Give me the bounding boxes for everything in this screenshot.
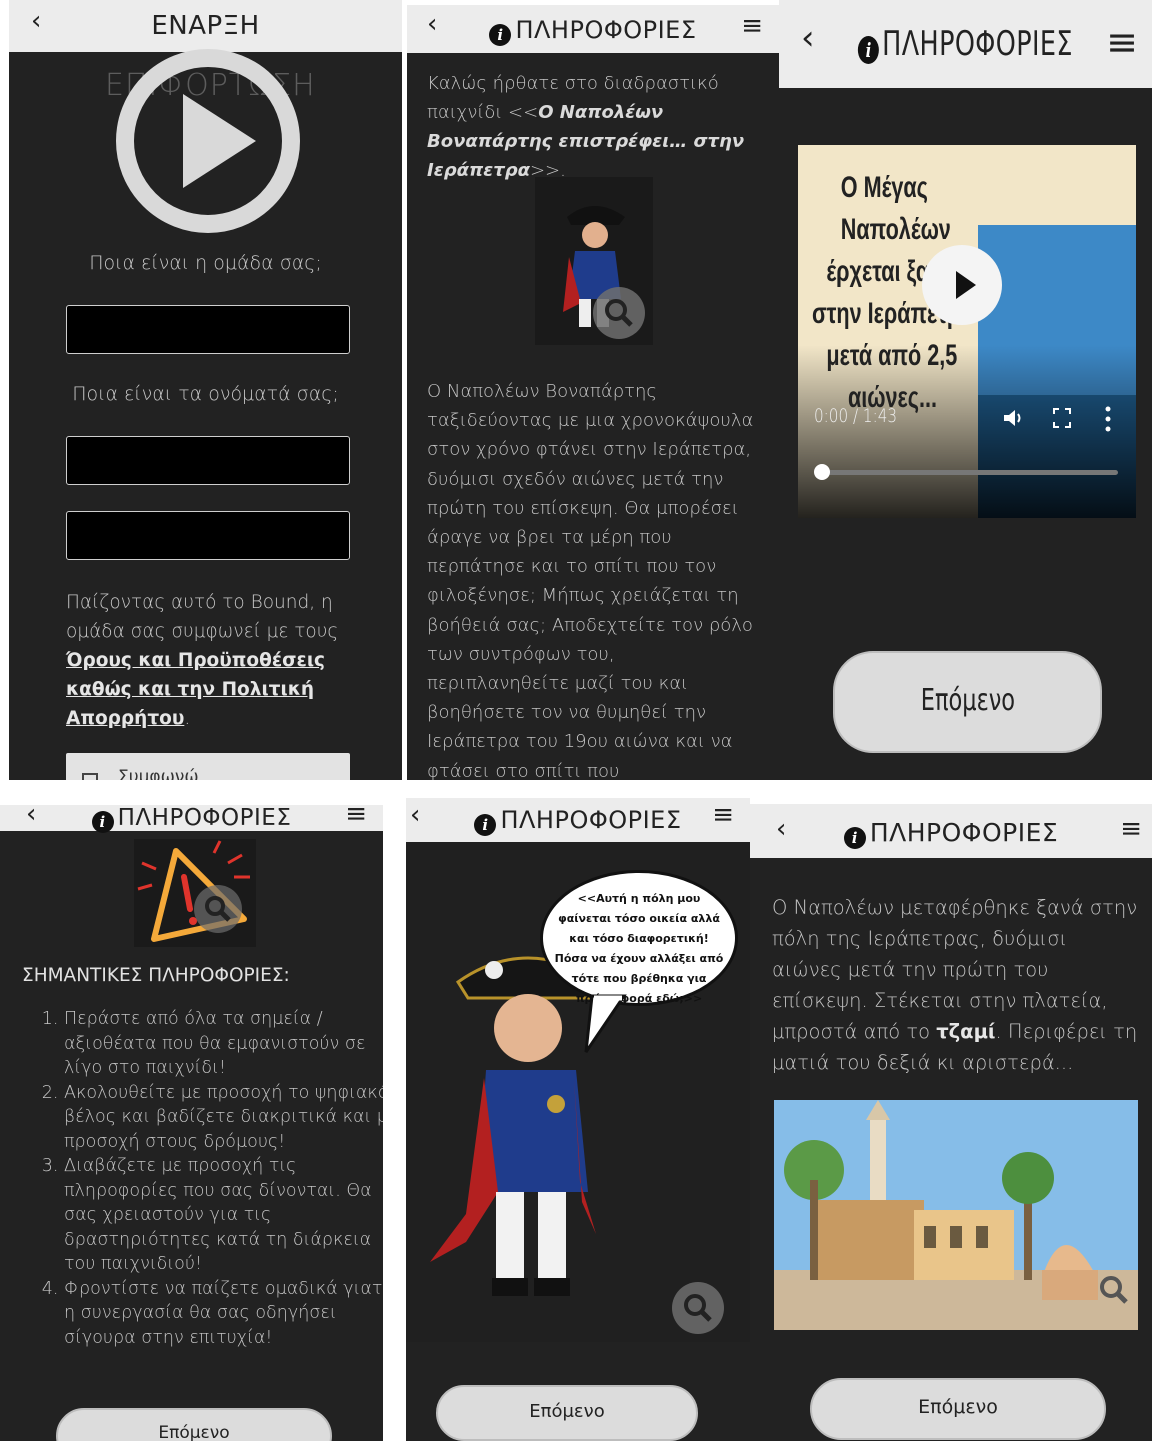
hamburger-menu-icon[interactable]: ≡ — [1120, 814, 1142, 844]
magnifier-icon[interactable] — [593, 287, 645, 339]
important-heading: ΣΗΜΑΝΤΙΚΕΣ ΠΛΗΡΟΦΟΡΙΕΣ: — [22, 965, 290, 986]
next-button[interactable]: Επόμενο — [56, 1408, 332, 1441]
checkbox-icon — [82, 773, 98, 780]
next-button-label: Επόμενο — [529, 1401, 605, 1422]
info-icon: i — [489, 24, 512, 46]
top-bar: ‹ i ΠΛΗΡΟΦΟΡΙΕΣ ≡ — [406, 798, 750, 842]
team-question-label: Ποια είναι η ομάδα σας; — [89, 252, 322, 274]
magnifier-icon[interactable] — [1094, 1270, 1134, 1310]
next-button[interactable]: Επόμενο — [810, 1378, 1106, 1440]
mosque-text-bold: τζαμί — [936, 1020, 996, 1043]
next-button[interactable]: Επόμενο — [436, 1385, 698, 1441]
video-progress-track[interactable] — [822, 470, 1118, 475]
terms-prefix: Παίζοντας αυτό το Bound, η ομάδα σας συμ… — [66, 592, 339, 642]
screen-mosque: ‹ i ΠΛΗΡΟΦΟΡΙΕΣ ≡ Ο Ναπολέων μεταφέρθηκε … — [750, 804, 1152, 1441]
page-title-text: ΠΛΗΡΟΦΟΡΙΕΣ — [117, 805, 292, 831]
next-button-label: Επόμενο — [158, 1423, 230, 1441]
mosque-text: Ο Ναπολέων μεταφέρθηκε ξανά στην πόλη τη… — [772, 892, 1142, 1078]
list-item: Ακολουθείτε με προσοχή το ψηφιακό βέλος … — [64, 1081, 383, 1155]
info-icon: i — [91, 811, 114, 833]
play-icon[interactable] — [113, 46, 303, 236]
screen-welcome: ‹ i ΠΛΗΡΟΦΟΡΙΕΣ ≡ Καλώς ήρθατε στο διαδρα… — [407, 5, 779, 780]
magnifier-icon[interactable] — [672, 1282, 724, 1334]
page-title-text: ΠΛΗΡΟΦΟΡΙΕΣ — [869, 818, 1059, 847]
info-icon: i — [858, 36, 880, 64]
story-text: Ο Ναπολέων Βοναπάρτης ταξιδεύοντας με μι… — [427, 381, 754, 780]
top-bar: ‹ i ΠΛΗΡΟΦΟΡΙΕΣ ≡ — [750, 804, 1152, 858]
caption-line-1: Ο Μέγας — [840, 171, 928, 204]
list-item: Περάστε από όλα τα σημεία / αξιοθέατα πο… — [64, 1007, 383, 1081]
top-bar: ‹ i ΠΛΗΡΟΦΟΡΙΕΣ ≡ — [0, 805, 383, 833]
page-title: i ΠΛΗΡΟΦΟΡΙΕΣ — [0, 805, 383, 833]
chevron-left-icon[interactable]: ‹ — [801, 18, 815, 58]
screen-important-info: ‹ i ΠΛΗΡΟΦΟΡΙΕΣ ≡ ΣΗΜΑΝΤΙΚΕΣ ΠΛΗΡΟΦΟΡΙΕΣ:… — [0, 805, 383, 1441]
agree-button[interactable]: Συμφωνώ — [66, 753, 350, 780]
speech-text: <<Αυτή η πόλη μου φαίνεται τόσο οικεία α… — [554, 892, 724, 1005]
mosque-photo[interactable] — [774, 1100, 1138, 1330]
video-progress-knob[interactable] — [814, 464, 830, 480]
page-title-text: ΠΛΗΡΟΦΟΡΙΕΣ — [882, 24, 1073, 64]
page-title: i ΠΛΗΡΟΦΟΡΙΕΣ — [407, 16, 779, 46]
screen-start: ‹ ΕΝΑΡΞΗ ΕΠΙΦΟΡΤΩΣΗ Ποια είναι η ομάδα σ… — [9, 0, 402, 780]
hamburger-menu-icon[interactable]: ≡ — [345, 805, 367, 829]
terms-suffix: . — [184, 708, 191, 729]
next-button-label: Επόμενο — [920, 683, 1015, 718]
warning-icon[interactable] — [134, 839, 256, 947]
fullscreen-icon[interactable] — [1052, 407, 1072, 429]
volume-icon[interactable] — [1002, 407, 1024, 429]
next-button[interactable]: Επόμενο — [833, 651, 1102, 753]
more-options-icon[interactable] — [1104, 405, 1112, 433]
hamburger-menu-icon[interactable]: ≡ — [1106, 20, 1138, 64]
page-title: ΕΝΑΡΞΗ — [151, 11, 260, 41]
agree-button-label: Συμφωνώ — [118, 767, 199, 780]
top-bar: ‹ ΕΝΑΡΞΗ — [9, 0, 402, 52]
hamburger-menu-icon[interactable]: ≡ — [712, 800, 734, 830]
page-title: i ΠΛΗΡΟΦΟΡΙΕΣ — [826, 24, 1106, 64]
next-button-label: Επόμενο — [918, 1396, 998, 1418]
page-title: i ΠΛΗΡΟΦΟΡΙΕΣ — [406, 806, 750, 836]
napoleon-thumbnail[interactable] — [535, 177, 653, 345]
info-icon: i — [843, 827, 866, 849]
player-name-input-1[interactable] — [66, 436, 350, 485]
intro-text: Καλώς ήρθατε στο διαδραστικό παιχνίδι <<… — [427, 69, 767, 185]
caption-line-5: μετά από 2,5 — [826, 339, 958, 372]
page-title-text: ΠΛΗΡΟΦΟΡΙΕΣ — [500, 806, 682, 834]
screen-video: ‹ i ΠΛΗΡΟΦΟΡΙΕΣ ≡ Ο Μέγας Ναπολέων έρχετα… — [779, 0, 1152, 780]
page-title-text: ΠΛΗΡΟΦΟΡΙΕΣ — [515, 16, 697, 44]
speech-bubble: <<Αυτή η πόλη μου φαίνεται τόσο οικεία α… — [540, 870, 738, 1006]
player-name-input-2[interactable] — [66, 511, 350, 560]
speech-bubble-tail — [582, 994, 642, 1054]
instructions-list: Περάστε από όλα τα σημεία / αξιοθέατα πο… — [20, 1007, 383, 1350]
top-bar: ‹ i ΠΛΗΡΟΦΟΡΙΕΣ ≡ — [779, 0, 1152, 88]
list-item: Διαβάζετε με προσοχή τις πληροφορίες που… — [64, 1154, 383, 1277]
info-icon: i — [474, 814, 497, 836]
video-player[interactable]: Ο Μέγας Ναπολέων έρχεται ξανά στην Ιεράπ… — [798, 145, 1136, 518]
top-bar: ‹ i ΠΛΗΡΟΦΟΡΙΕΣ ≡ — [407, 5, 779, 53]
team-name-input[interactable] — [66, 305, 350, 354]
video-time: 0:00 / 1:43 — [814, 405, 898, 427]
names-question-label: Ποια είναι τα ονόματά σας; — [72, 383, 339, 405]
play-icon[interactable] — [922, 245, 1002, 325]
screen-napoleon-speech: ‹ i ΠΛΗΡΟΦΟΡΙΕΣ ≡ <<Αυτή η πόλη μου φαίνε… — [406, 798, 750, 1441]
list-item: Φροντίστε να παίζετε ομαδικά γιατί η συν… — [64, 1277, 383, 1351]
page-title: i ΠΛΗΡΟΦΟΡΙΕΣ — [750, 818, 1152, 849]
terms-link[interactable]: Όρους και Προϋποθέσεις καθώς και την Πολ… — [66, 650, 325, 729]
magnifier-icon[interactable] — [194, 885, 242, 933]
hamburger-menu-icon[interactable]: ≡ — [741, 11, 763, 41]
terms-text: Παίζοντας αυτό το Bound, η ομάδα σας συμ… — [66, 588, 356, 733]
